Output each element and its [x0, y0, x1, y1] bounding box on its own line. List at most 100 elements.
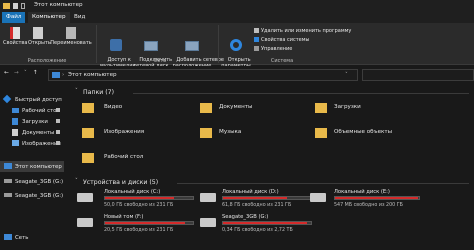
folder-pictures[interactable]: Изображения [82, 126, 192, 142]
folder-label: Документы [219, 104, 253, 110]
sidebar-item-quick-access[interactable]: Быстрый доступ [0, 94, 64, 105]
downloads-folder-icon [315, 103, 327, 113]
sidebar-item-desktop[interactable]: Рабочий стол [0, 105, 64, 116]
folder-video[interactable]: Видео [82, 101, 192, 117]
ribbon: Свойства Открыть Переименовать Расположе… [0, 23, 474, 69]
desktop-icon [12, 108, 19, 113]
rename-button[interactable]: Переименовать [50, 27, 92, 47]
drive-usage-fill [223, 222, 307, 224]
sidebar-item-label: Этот компьютер [15, 164, 62, 170]
up-icon[interactable]: ↑ [33, 70, 38, 77]
drive-usage-fill [223, 197, 288, 199]
folder-music[interactable]: Музыка [200, 126, 310, 142]
video-folder-icon [82, 103, 94, 113]
collapse-folders-icon[interactable]: ˅ [75, 88, 78, 95]
sidebar-item-pictures[interactable]: Изображения [0, 138, 64, 149]
divider [133, 93, 469, 94]
folder-documents[interactable]: Документы [200, 101, 310, 117]
star-icon [2, 94, 12, 104]
forward-icon[interactable]: → [14, 70, 19, 77]
folder-label: Объемные объекты [334, 129, 393, 135]
navigation-bar: ← → ˅ ↑ › Этот компьютер ˅ [0, 66, 474, 84]
drive-usage-fill [105, 197, 174, 199]
system-properties-button[interactable]: Свойства системы [254, 37, 309, 43]
manage-label: Управление [261, 46, 293, 52]
drive-e[interactable]: Локальный диск (E:) 547 МБ свободно из 2… [310, 189, 430, 211]
drive-f[interactable]: Новый том (F:) 20,5 ГБ свободно из 231 Г… [77, 214, 197, 236]
breadcrumb-chevron-icon[interactable]: › [62, 72, 64, 79]
collapse-drives-icon[interactable]: ˅ [75, 178, 78, 185]
address-path[interactable]: Этот компьютер [68, 72, 117, 79]
pin-icon [56, 119, 60, 123]
address-dropdown-icon[interactable]: ˅ [345, 72, 348, 79]
properties-icon [10, 27, 20, 39]
folder-desktop[interactable]: Рабочий стол [82, 151, 192, 167]
add-network-location-icon [185, 40, 199, 51]
recent-dropdown-icon[interactable]: ˅ [24, 70, 27, 77]
system-properties-label: Свойства системы [261, 37, 310, 43]
folder-3d-objects[interactable]: Объемные объекты [315, 126, 425, 142]
address-bar[interactable]: › Этот компьютер ˅ [48, 69, 358, 81]
window-title: Этот компьютер [34, 2, 83, 8]
drive-free-space: 0,34 ГБ свободно из 2,72 ТБ [222, 228, 293, 233]
documents-folder-icon [200, 103, 212, 113]
sidebar-item-label: Изображения [22, 141, 61, 147]
group-system-label: Система [270, 58, 294, 64]
drive-c[interactable]: Локальный диск (C:) 50,0 ГБ свободно из … [77, 189, 197, 211]
hard-drive-icon [200, 193, 216, 202]
ribbon-tabs: Файл Компьютер Вид [0, 12, 474, 23]
drive-free-space: 20,5 ГБ свободно из 231 ГБ [104, 228, 174, 233]
hard-drive-icon [77, 218, 93, 227]
save-quick-icon[interactable] [13, 3, 18, 9]
network-icon [4, 234, 12, 240]
drive-name: Локальный диск (D:) [222, 189, 279, 195]
folder-label: Музыка [219, 129, 242, 135]
manage-button[interactable]: Управление [254, 46, 292, 52]
navigation-pane: Быстрый доступ Рабочий стол Загрузки Док… [0, 86, 64, 250]
downloads-icon [12, 118, 18, 125]
sidebar-item-seagate-2[interactable]: Seagate_3GB (G:) [0, 190, 64, 201]
sidebar-item-downloads[interactable]: Загрузки [0, 116, 64, 127]
drive-usage-bar [104, 196, 194, 200]
manage-icon [254, 46, 259, 51]
sidebar-item-documents[interactable]: Документы [0, 127, 64, 138]
search-input[interactable] [362, 69, 474, 81]
tab-view[interactable]: Вид [70, 12, 89, 23]
group-location-label: Расположение [27, 58, 67, 64]
drive-free-space: 61,8 ГБ свободно из 231 ГБ [222, 203, 292, 208]
tab-computer[interactable]: Компьютер [28, 12, 70, 23]
drive-usage-bar [222, 196, 312, 200]
drive-name: Локальный диск (C:) [104, 189, 161, 195]
sidebar-item-this-pc[interactable]: Этот компьютер [0, 161, 64, 172]
properties-button[interactable]: Свойства [3, 27, 27, 47]
computer-icon [4, 163, 12, 169]
gear-icon [230, 38, 242, 51]
tab-file[interactable]: Файл [2, 12, 26, 23]
sidebar-item-network[interactable]: Сеть [0, 232, 64, 243]
group-network-label: Сеть [153, 58, 167, 64]
divider [177, 183, 469, 184]
drive-usage-fill [335, 197, 419, 199]
drive-d[interactable]: Локальный диск (D:) 61,8 ГБ свободно из … [200, 189, 320, 211]
sidebar-item-seagate-1[interactable]: Seagate_3GB (G:) [0, 176, 64, 187]
drive-icon [4, 179, 12, 183]
back-icon[interactable]: ← [4, 70, 9, 77]
pin-icon [56, 130, 60, 134]
drives-heading[interactable]: Устройства и диски (5) [83, 179, 158, 186]
open-button[interactable]: Открыть [28, 27, 51, 47]
ribbon-separator [96, 25, 97, 63]
sidebar-item-label: Документы [22, 130, 55, 136]
folder-downloads[interactable]: Загрузки [315, 101, 425, 117]
drive-usage-bar [222, 221, 312, 225]
pin-icon [56, 141, 60, 145]
folder-label: Рабочий стол [104, 154, 144, 160]
properties-label: Свойства [3, 40, 28, 46]
open-label: Открыть [28, 40, 51, 46]
uninstall-button[interactable]: Удалить или изменить программу [254, 28, 351, 34]
folders-heading[interactable]: Папки (7) [83, 89, 114, 96]
folder-label: Видео [104, 104, 123, 110]
music-folder-icon [200, 128, 212, 138]
dropdown-quick-icon[interactable] [21, 3, 25, 9]
hard-drive-icon [200, 218, 216, 227]
drive-g[interactable]: Seagate_3GB (G:) 0,34 ГБ свободно из 2,7… [200, 214, 320, 236]
